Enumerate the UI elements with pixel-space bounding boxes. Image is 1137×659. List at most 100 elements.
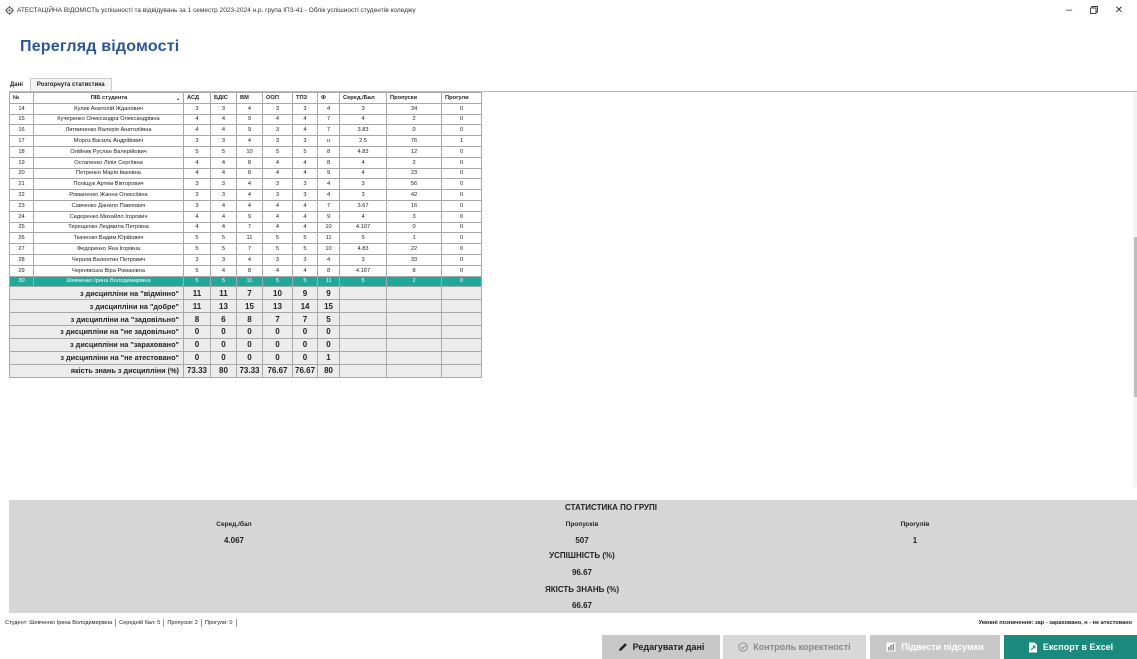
table-row[interactable]: 23 Савченко Данило Павлович 3 4 4 4 4 7 3.67 16 0 <box>9 199 483 212</box>
cell-value[interactable]: 56 <box>386 178 443 191</box>
cell-value[interactable]: 9 <box>317 167 341 180</box>
cell-value[interactable]: 3 <box>291 178 319 191</box>
col-header-bdis[interactable]: БДІС <box>210 92 237 104</box>
cell-value[interactable]: 4 <box>183 124 211 137</box>
cell-value[interactable]: 4 <box>183 210 211 223</box>
cell-value[interactable]: 4 <box>183 113 211 126</box>
cell-value[interactable]: 4 <box>291 124 319 137</box>
table-row[interactable]: 26 Ткаченко Вадим Юрійович 5 5 11 5 5 11 5 1 0 <box>9 232 483 245</box>
vertical-scrollbar[interactable] <box>1133 92 1137 487</box>
cell-value[interactable]: 3 <box>262 178 293 191</box>
edit-data-button[interactable]: Редагувати дані <box>602 635 720 659</box>
cell-value[interactable]: 33 <box>386 253 443 266</box>
cell-value[interactable]: 5 <box>183 145 211 158</box>
cell-value[interactable]: 16 <box>386 199 443 212</box>
cell-value[interactable]: 4 <box>210 221 237 234</box>
cell-value[interactable]: 3 <box>386 210 443 223</box>
cell-value[interactable]: 0 <box>441 167 483 180</box>
table-row[interactable]: 14 Кулик Анатолій Жданович 3 3 4 3 3 4 3 34 0 <box>9 102 483 115</box>
cell-value[interactable]: 0 <box>441 232 483 245</box>
cell-value[interactable]: 3 <box>183 102 211 115</box>
cell-value[interactable]: 5 <box>183 232 211 245</box>
cell-student-name[interactable]: Романенко Жанна Олексіївна <box>33 189 184 201</box>
tab-data[interactable]: Дані <box>9 78 30 91</box>
cell-student-name[interactable]: Кучеренко Олександра Олександрівна <box>33 113 184 126</box>
cell-value[interactable]: 42 <box>386 189 443 201</box>
cell-value[interactable]: 0 <box>441 156 483 169</box>
table-row[interactable]: 22 Романенко Жанна Олексіївна 3 3 4 3 3 4 3 42 0 <box>9 189 483 201</box>
cell-value[interactable]: 9 <box>236 113 263 126</box>
cell-value[interactable]: 9 <box>236 124 263 137</box>
cell-value[interactable]: 3 <box>339 253 388 266</box>
cell-value[interactable]: 5 <box>183 264 211 277</box>
cell-student-name[interactable]: Терещенко Людмила Петрівна <box>33 221 184 234</box>
cell-value[interactable]: 11 <box>317 232 341 245</box>
cell-value[interactable]: 9 <box>236 210 263 223</box>
cell-value[interactable]: 4 <box>291 221 319 234</box>
cell-value[interactable]: 29 <box>9 264 34 277</box>
table-row[interactable]: 30 Шевченко Ірина Володимирівна 5 5 11 5 5 11 5 2… <box>9 275 483 288</box>
cell-value[interactable]: 4.167 <box>339 221 388 234</box>
cell-value[interactable]: 16 <box>9 124 34 137</box>
cell-value[interactable]: 2.5 <box>339 135 388 147</box>
cell-value[interactable]: 3 <box>339 189 388 201</box>
cell-value[interactable]: 3 <box>210 178 237 191</box>
table-row[interactable]: 15 Кучеренко Олександра Олександрівна 4 4 9 4… <box>9 113 483 126</box>
cell-value[interactable]: 4 <box>291 113 319 126</box>
cell-value[interactable]: 3 <box>339 178 388 191</box>
cell-value[interactable]: 5 <box>183 275 211 288</box>
cell-value[interactable]: 5 <box>262 275 293 288</box>
cell-value[interactable]: 4 <box>262 156 293 169</box>
cell-value[interactable]: 8 <box>236 167 263 180</box>
cell-value[interactable]: 7 <box>236 243 263 255</box>
cell-student-name[interactable]: Чернявська Віра Романівна <box>33 264 184 277</box>
col-header-tpz[interactable]: ТПЗ <box>291 92 319 104</box>
cell-value[interactable]: 4.83 <box>339 145 388 158</box>
cell-value[interactable]: 3 <box>262 102 293 115</box>
col-header-avg[interactable]: Серед./Бал <box>339 92 388 104</box>
cell-value[interactable]: 4 <box>210 210 237 223</box>
cell-value[interactable]: 3 <box>210 189 237 201</box>
cell-value[interactable]: 4 <box>183 221 211 234</box>
cell-value[interactable]: 4 <box>183 156 211 169</box>
cell-value[interactable]: 5 <box>262 243 293 255</box>
cell-value[interactable]: 3 <box>262 189 293 201</box>
cell-value[interactable]: 8 <box>386 264 443 277</box>
cell-value[interactable]: 0 <box>441 178 483 191</box>
cell-value[interactable]: 5 <box>210 145 237 158</box>
cell-value[interactable]: 3 <box>339 102 388 115</box>
cell-value[interactable]: 4 <box>210 264 237 277</box>
cell-value[interactable]: 5 <box>339 232 388 245</box>
table-row[interactable]: 28 Чернов Валентин Петрович 3 3 4 3 3 4 3 33 0 <box>9 253 483 266</box>
cell-value[interactable]: 28 <box>9 253 34 266</box>
cell-value[interactable]: 8 <box>236 264 263 277</box>
cell-value[interactable]: 5 <box>210 243 237 255</box>
cell-value[interactable]: 4 <box>262 210 293 223</box>
cell-value[interactable]: 5 <box>262 232 293 245</box>
cell-value[interactable]: 11 <box>236 232 263 245</box>
cell-value[interactable]: 4 <box>236 189 263 201</box>
cell-value[interactable]: 0 <box>441 102 483 115</box>
cell-value[interactable]: 3 <box>291 135 319 147</box>
cell-value[interactable]: 3 <box>183 253 211 266</box>
cell-value[interactable]: 8 <box>317 145 341 158</box>
table-row[interactable]: 18 Олійник Руслан Валерійович 5 5 10 5 5 8 4.83 1… <box>9 145 483 158</box>
cell-value[interactable]: 4 <box>339 156 388 169</box>
cell-value[interactable]: 5 <box>210 232 237 245</box>
cell-value[interactable]: 8 <box>317 264 341 277</box>
cell-value[interactable]: 3 <box>183 135 211 147</box>
cell-value[interactable]: 4 <box>210 199 237 212</box>
cell-value[interactable]: 4 <box>339 113 388 126</box>
cell-value[interactable]: 4 <box>236 102 263 115</box>
cell-value[interactable]: 3 <box>210 135 237 147</box>
cell-student-name[interactable]: Поліщук Артем Вікторович <box>33 178 184 191</box>
cell-value[interactable]: 25 <box>9 221 34 234</box>
cell-value[interactable]: 4 <box>262 221 293 234</box>
cell-value[interactable]: 30 <box>9 275 34 288</box>
close-button[interactable]: ✕ <box>1108 0 1130 20</box>
cell-value[interactable]: 34 <box>386 102 443 115</box>
cell-value[interactable]: 0 <box>441 199 483 212</box>
cell-value[interactable]: 0 <box>441 253 483 266</box>
cell-value[interactable]: 27 <box>9 243 34 255</box>
cell-student-name[interactable]: Савченко Данило Павлович <box>33 199 184 212</box>
